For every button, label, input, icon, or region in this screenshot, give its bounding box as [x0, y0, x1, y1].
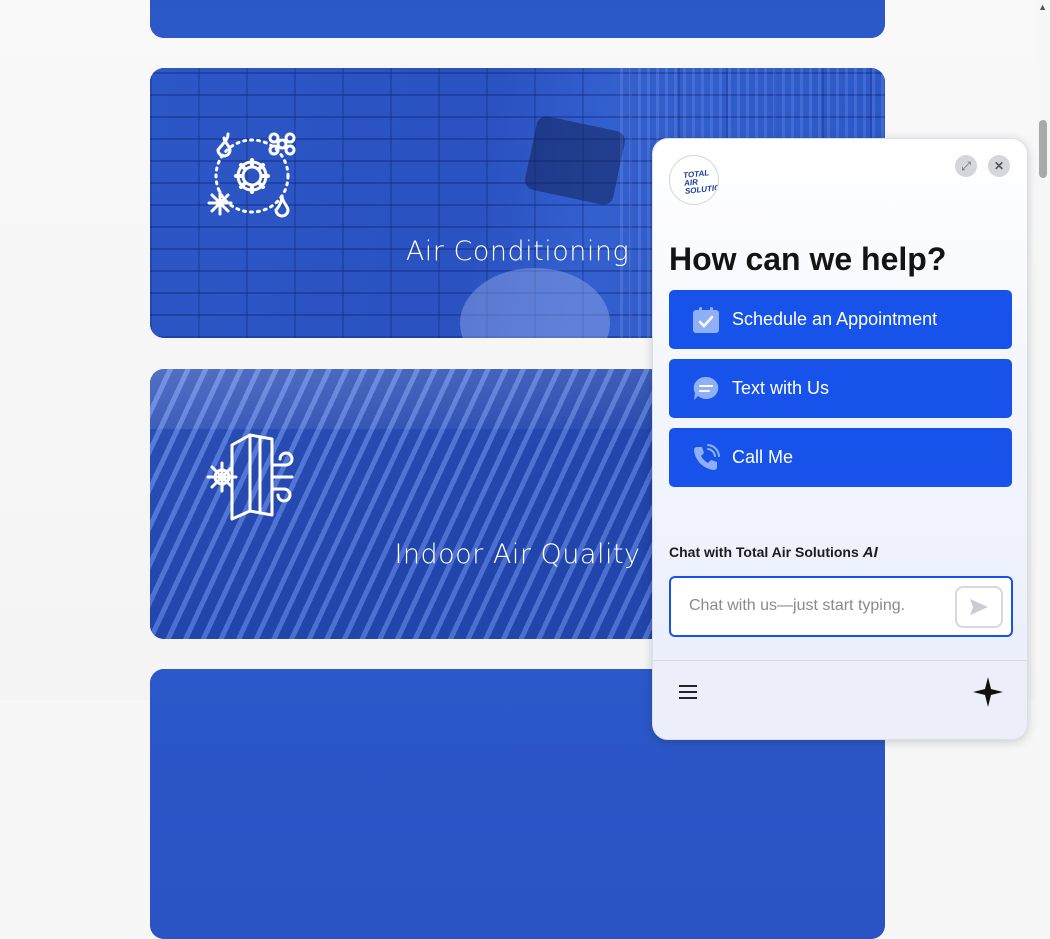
chat-input[interactable] — [687, 596, 941, 616]
calendar-check-icon — [692, 306, 720, 334]
service-photo — [150, 0, 885, 38]
scrollbar-thumb[interactable] — [1039, 120, 1047, 178]
widget-footer — [653, 660, 1027, 739]
chat-label-text: Chat with Total Air Solutions — [669, 544, 859, 560]
expand-icon[interactable]: ⤢ — [955, 155, 977, 177]
service-card-top[interactable] — [150, 0, 885, 38]
widget-heading: How can we help? — [669, 241, 947, 277]
schedule-appointment-button[interactable]: Schedule an Appointment — [669, 290, 1012, 349]
ac-gear-snowflake-icon — [207, 132, 296, 218]
text-with-us-button[interactable]: Text with Us — [669, 359, 1012, 418]
chat-bubble-icon — [692, 375, 720, 403]
sparkle-brand-icon — [973, 677, 1003, 707]
air-filter-icon — [206, 433, 294, 521]
menu-icon[interactable] — [679, 685, 697, 699]
close-icon[interactable]: ✕ — [988, 155, 1010, 177]
page-scrollbar[interactable]: ▲ — [1036, 0, 1050, 700]
chat-section-label: Chat with Total Air Solutions AI — [669, 544, 878, 561]
phone-icon — [692, 443, 720, 472]
action-label: Call Me — [732, 447, 794, 467]
call-me-button[interactable]: Call Me — [669, 428, 1012, 487]
send-icon — [970, 599, 988, 615]
logo-text: TOTAL AIR SOLUTIONS — [682, 168, 719, 196]
chat-input-box[interactable] — [669, 576, 1013, 637]
chat-widget: TOTAL AIR SOLUTIONS ⤢ ✕ How can we help? S… — [652, 138, 1028, 740]
action-label: Schedule an Appointment — [732, 309, 938, 329]
company-logo: TOTAL AIR SOLUTIONS — [669, 155, 719, 205]
send-button[interactable] — [955, 586, 1003, 628]
scroll-up-arrow-icon[interactable]: ▲ — [1038, 2, 1047, 12]
action-label: Text with Us — [732, 378, 830, 398]
ai-badge: AI — [862, 544, 878, 561]
